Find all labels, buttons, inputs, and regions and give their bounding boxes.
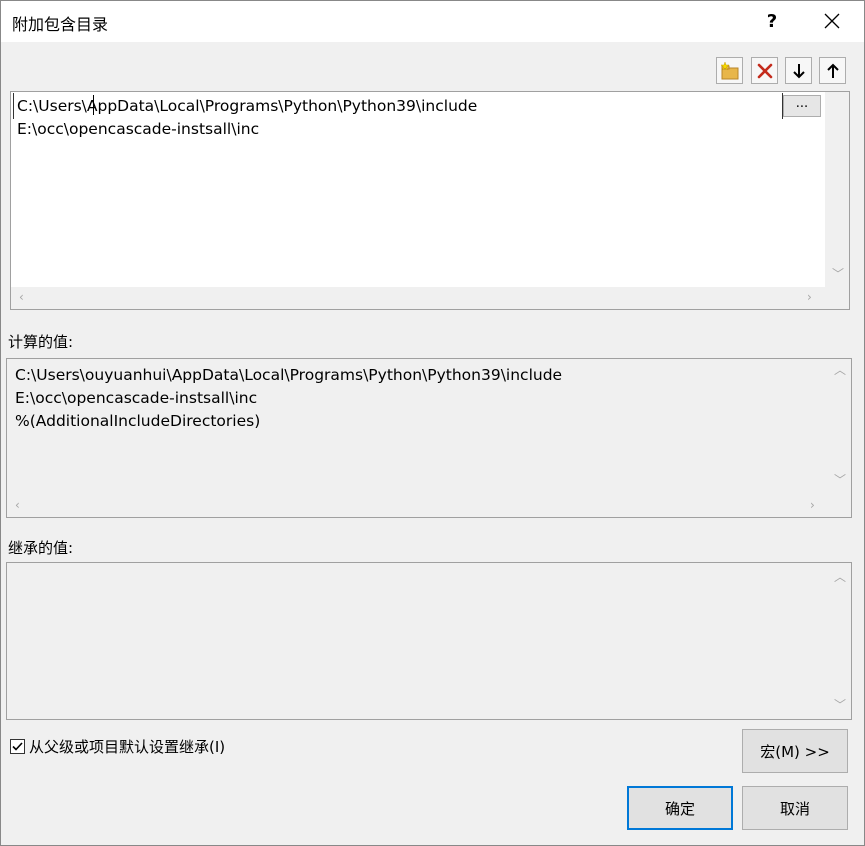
scroll-down-icon[interactable]: ﹀	[832, 268, 844, 280]
vertical-scrollbar[interactable]: ︿ ﹀	[827, 359, 851, 495]
vertical-scrollbar[interactable]: ﹀	[825, 92, 849, 287]
scroll-up-icon[interactable]: ︿	[834, 364, 846, 376]
scroll-left-icon[interactable]: ‹	[19, 291, 24, 303]
scroll-down-icon[interactable]: ﹀	[834, 699, 846, 711]
scroll-right-icon[interactable]: ›	[807, 291, 812, 303]
close-icon	[824, 13, 840, 29]
help-button[interactable]: ?	[752, 0, 792, 42]
scroll-left-icon[interactable]: ‹	[15, 499, 20, 511]
new-folder-icon	[719, 61, 738, 79]
list-item[interactable]: E:\occ\opencascade-instsall\inc	[17, 118, 259, 140]
delete-line-button[interactable]	[751, 57, 778, 84]
move-up-button[interactable]	[819, 57, 846, 84]
close-button[interactable]	[812, 0, 852, 42]
text-caret	[93, 95, 94, 115]
inherited-value-label: 继承的值:	[8, 539, 74, 557]
scroll-down-icon[interactable]: ﹀	[834, 474, 846, 486]
inherit-checkbox[interactable]	[10, 739, 25, 754]
inherited-value-box: ︿ ﹀	[6, 562, 852, 720]
ok-button[interactable]: 确定	[627, 786, 733, 830]
evaluated-line: C:\Users\ouyuanhui\AppData\Local\Program…	[15, 366, 563, 384]
checkmark-icon	[12, 742, 23, 751]
evaluated-value-box: C:\Users\ouyuanhui\AppData\Local\Program…	[6, 358, 852, 518]
arrow-up-icon	[826, 63, 839, 78]
horizontal-scrollbar[interactable]: ‹ ›	[7, 495, 827, 517]
move-down-button[interactable]	[785, 57, 812, 84]
scroll-up-icon[interactable]: ︿	[834, 571, 846, 583]
horizontal-scrollbar[interactable]: ‹ ›	[11, 287, 849, 309]
scroll-right-icon[interactable]: ›	[810, 499, 815, 511]
arrow-down-icon	[792, 63, 805, 78]
list-item[interactable]: C:\Users\AppData\Local\Programs\Python\P…	[17, 95, 477, 117]
evaluated-line: %(AdditionalIncludeDirectories)	[15, 412, 261, 430]
macros-button[interactable]: 宏(M) >>	[742, 729, 848, 773]
vertical-scrollbar[interactable]: ︿ ﹀	[827, 563, 851, 719]
delete-icon	[757, 63, 772, 78]
browse-button[interactable]: ...	[783, 95, 821, 117]
evaluated-line: E:\occ\opencascade-instsall\inc	[15, 389, 258, 407]
inherit-checkbox-label[interactable]: 从父级或项目默认设置继承(I)	[29, 736, 225, 757]
evaluated-value-label: 计算的值:	[8, 333, 74, 351]
cancel-button[interactable]: 取消	[742, 786, 848, 830]
inherit-checkbox-row[interactable]: 从父级或项目默认设置继承(I)	[10, 736, 225, 757]
window-title: 附加包含目录	[12, 15, 109, 34]
title-bar: 附加包含目录 ?	[0, 0, 865, 42]
include-directories-list[interactable]: C:\Users\AppData\Local\Programs\Python\P…	[10, 91, 850, 310]
new-line-button[interactable]	[716, 57, 743, 84]
